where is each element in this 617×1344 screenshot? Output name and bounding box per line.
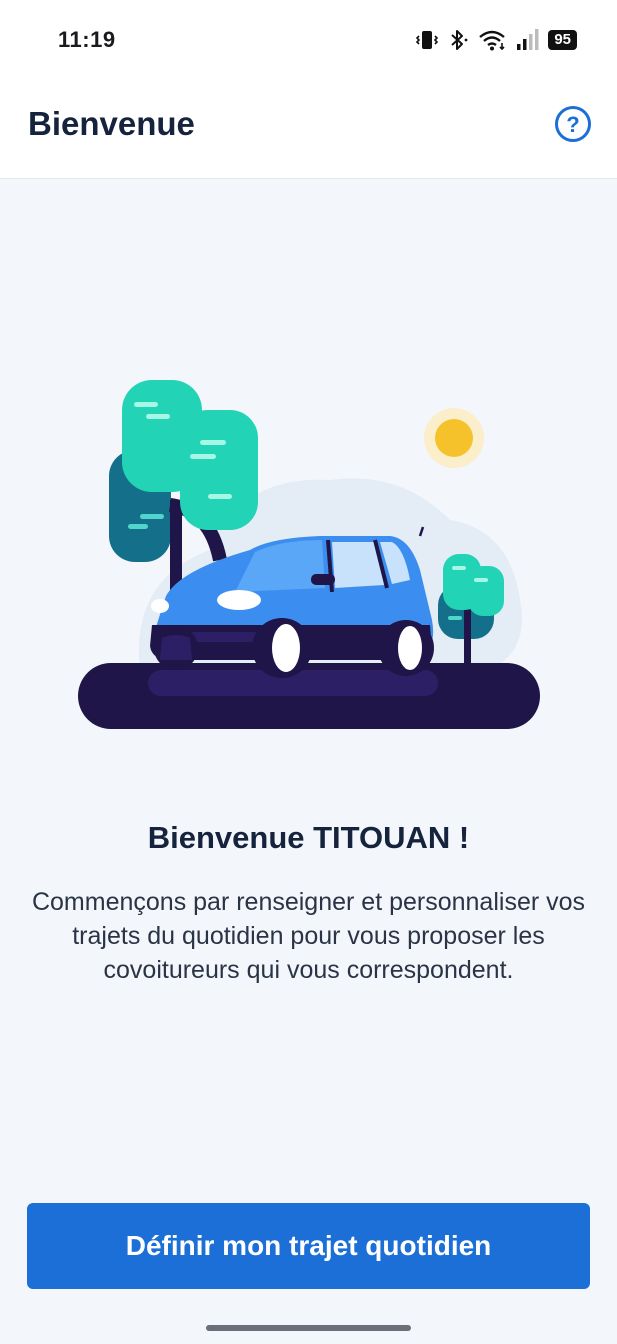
car-icon bbox=[150, 526, 434, 678]
welcome-title: Bienvenue TITOUAN ! bbox=[147, 820, 470, 855]
welcome-description: Commençons par renseigner et personnalis… bbox=[31, 888, 586, 984]
page-title: Bienvenue bbox=[28, 105, 195, 142]
sun-icon bbox=[424, 408, 484, 468]
car-illustration bbox=[78, 380, 540, 729]
status-bar: 11:19 95 bbox=[0, 0, 617, 80]
help-circle-icon[interactable]: ? bbox=[554, 105, 592, 143]
status-icons: 95 bbox=[416, 26, 577, 54]
bluetooth-icon bbox=[451, 30, 468, 50]
define-trip-button[interactable]: Définir mon trajet quotidien bbox=[27, 1203, 590, 1289]
battery-icon: 95 bbox=[548, 30, 577, 50]
vibrate-icon bbox=[416, 31, 439, 49]
app-bar: Bienvenue ? bbox=[0, 80, 617, 179]
home-indicator[interactable] bbox=[206, 1325, 411, 1331]
wifi-icon bbox=[479, 30, 506, 51]
status-time: 11:19 bbox=[58, 27, 116, 52]
svg-text:?: ? bbox=[566, 112, 579, 137]
signal-icon bbox=[517, 29, 539, 50]
